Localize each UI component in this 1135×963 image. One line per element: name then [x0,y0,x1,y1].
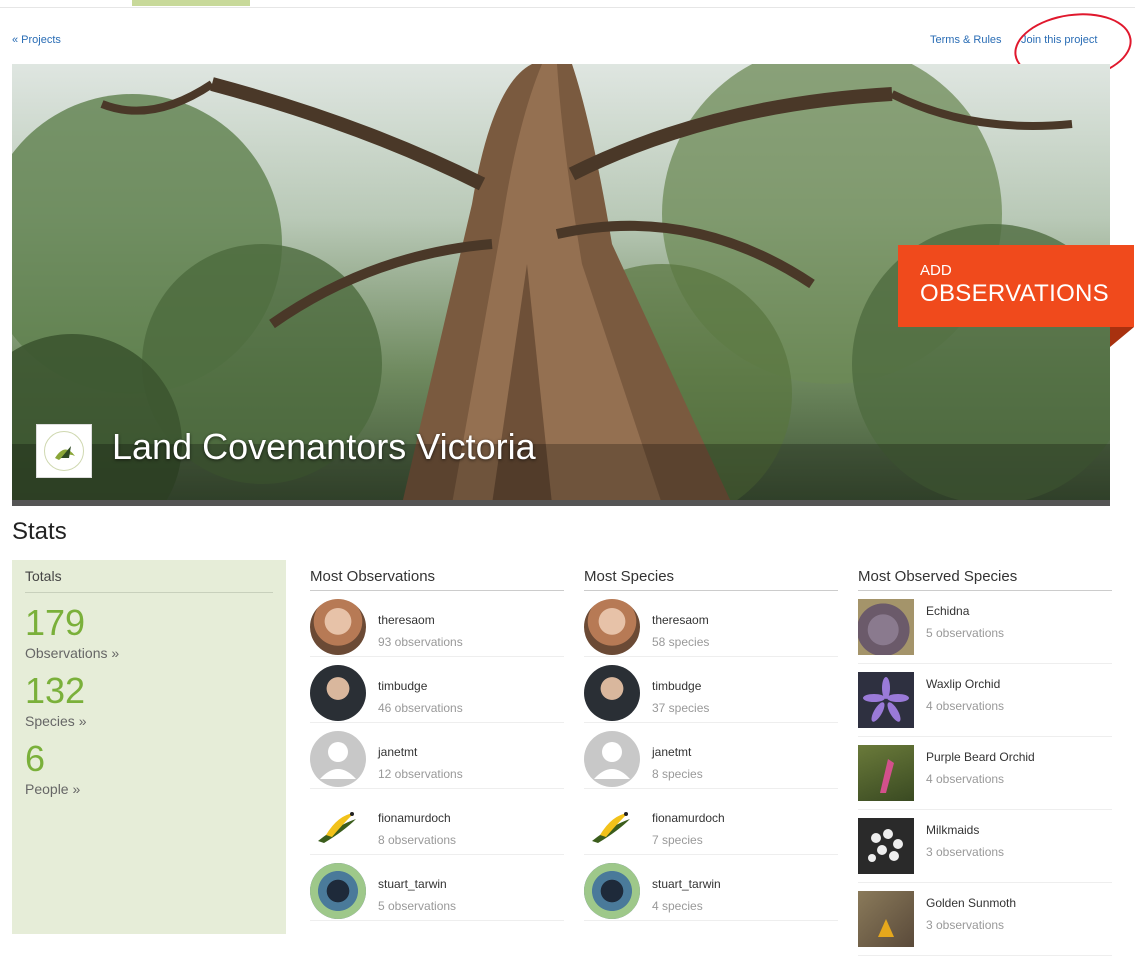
bird-icon[interactable] [310,797,366,853]
circle-pattern-icon[interactable] [310,863,366,919]
total-people-count: 6 [25,738,46,779]
bird-icon[interactable] [584,797,640,853]
user-name[interactable]: stuart_tarwin [652,877,721,891]
user-meta: 12 observations [378,767,463,781]
total-species-count: 132 [25,670,86,711]
avatar[interactable] [310,599,366,655]
totals-panel: Totals 179 Observations » 132 Species » … [12,560,286,934]
ribbon-fold [1110,327,1134,347]
total-people-link[interactable]: People » [25,781,273,797]
avatar[interactable] [584,665,640,721]
orchid-photo[interactable] [858,672,914,728]
most-species-header: Most Species [584,568,838,591]
list-item[interactable]: Purple Beard Orchid 4 observations [858,737,1112,810]
user-name[interactable]: janetmt [378,745,417,759]
milkmaids-photo[interactable] [858,818,914,874]
user-meta: 4 species [652,899,703,913]
list-item[interactable]: fionamurdoch 8 observations [310,789,564,855]
join-project-link[interactable]: Join this project [1021,34,1097,46]
user-name[interactable]: janetmt [652,745,691,759]
most-observations-column: Most Observations theresaom 93 observati… [310,568,564,921]
list-item[interactable]: fionamurdoch 7 species [584,789,838,855]
list-item[interactable]: theresaom 58 species [584,591,838,657]
user-meta: 7 species [652,833,703,847]
user-meta: 5 observations [378,899,457,913]
user-meta: 8 species [652,767,703,781]
user-meta: 37 species [652,701,710,715]
user-meta: 58 species [652,635,710,649]
add-observations-button[interactable]: ADD OBSERVATIONS [898,245,1134,327]
stats-heading: Stats [12,518,67,545]
user-name[interactable]: fionamurdoch [652,811,725,825]
terms-rules-link[interactable]: Terms & Rules [930,34,1002,46]
avatar[interactable] [584,599,640,655]
list-item[interactable]: stuart_tarwin 4 species [584,855,838,921]
add-observations-line2: OBSERVATIONS [920,280,1109,307]
avatar[interactable] [310,665,366,721]
most-observations-header: Most Observations [310,568,564,591]
user-name[interactable]: theresaom [652,613,709,627]
species-name[interactable]: Echidna [926,604,969,618]
user-name[interactable]: timbudge [378,679,427,693]
list-item[interactable]: Milkmaids 3 observations [858,810,1112,883]
total-observations-link[interactable]: Observations » [25,645,273,661]
list-item[interactable]: timbudge 37 species [584,657,838,723]
species-meta: 3 observations [926,845,1005,859]
active-tab-indicator [132,0,250,6]
hero-divider [12,500,1110,506]
user-name[interactable]: theresaom [378,613,435,627]
species-name[interactable]: Milkmaids [926,823,979,837]
back-to-projects-link[interactable]: « Projects [12,34,61,46]
circle-pattern-icon[interactable] [584,863,640,919]
list-item[interactable]: Golden Sunmoth 3 observations [858,883,1112,956]
user-meta: 46 observations [378,701,463,715]
list-item[interactable]: janetmt 8 species [584,723,838,789]
total-observations-count: 179 [25,602,86,643]
user-name[interactable]: timbudge [652,679,701,693]
totals-header: Totals [25,568,273,593]
list-item[interactable]: theresaom 93 observations [310,591,564,657]
species-meta: 4 observations [926,772,1005,786]
user-meta: 93 observations [378,635,463,649]
user-meta: 8 observations [378,833,457,847]
most-species-column: Most Species theresaom 58 species timbud… [584,568,838,921]
project-title: Land Covenantors Victoria [112,426,536,467]
user-name[interactable]: stuart_tarwin [378,877,447,891]
most-observed-species-column: Most Observed Species Echidna 5 observat… [858,568,1112,956]
user-name[interactable]: fionamurdoch [378,811,451,825]
list-item[interactable]: timbudge 46 observations [310,657,564,723]
most-observed-species-header: Most Observed Species [858,568,1112,591]
list-item[interactable]: Echidna 5 observations [858,591,1112,664]
species-name[interactable]: Waxlip Orchid [926,677,1000,691]
species-name[interactable]: Purple Beard Orchid [926,750,1035,764]
list-item[interactable]: stuart_tarwin 5 observations [310,855,564,921]
list-item[interactable]: Waxlip Orchid 4 observations [858,664,1112,737]
default-user-icon[interactable] [310,731,366,787]
species-meta: 4 observations [926,699,1005,713]
species-name[interactable]: Golden Sunmoth [926,896,1016,910]
total-species-link[interactable]: Species » [25,713,273,729]
project-logo[interactable] [36,424,92,478]
default-user-icon[interactable] [584,731,640,787]
species-meta: 3 observations [926,918,1005,932]
moth-photo[interactable] [858,891,914,947]
project-logo-icon [44,431,84,471]
list-item[interactable]: janetmt 12 observations [310,723,564,789]
echidna-photo[interactable] [858,599,914,655]
orchid-photo[interactable] [858,745,914,801]
species-meta: 5 observations [926,626,1005,640]
add-observations-line1: ADD [920,262,952,279]
